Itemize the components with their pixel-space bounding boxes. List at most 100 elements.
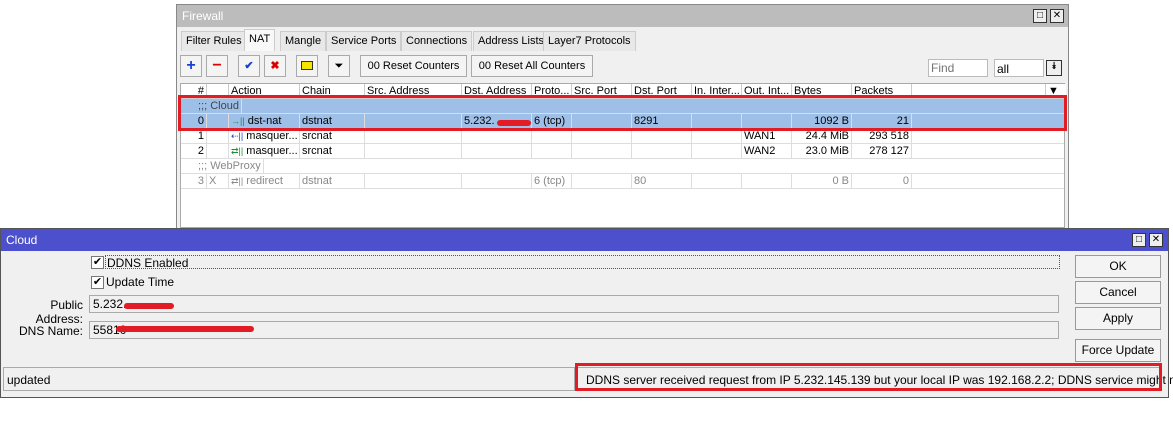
cell-dst-port: 80	[632, 174, 692, 189]
cell-number: 2	[181, 144, 207, 159]
cell-bytes: 24.4 MiB	[792, 129, 852, 144]
cell-src-port	[572, 129, 632, 144]
add-icon[interactable]: +	[180, 55, 202, 77]
public-address-label: Public Address:	[35, 298, 83, 326]
column-header-out-interface[interactable]: Out. Int...	[742, 84, 792, 99]
cell-packets: 0	[852, 174, 912, 189]
cell-out-interface: WAN2	[742, 144, 792, 159]
close-button[interactable]: ✕	[1050, 9, 1064, 23]
column-header-flag[interactable]	[207, 84, 229, 99]
tab-address-lists[interactable]: Address Lists	[473, 31, 550, 51]
firewall-window: Firewall □ ✕ Filter Rules NAT Mangle Ser…	[176, 4, 1069, 244]
ok-button[interactable]: OK	[1075, 255, 1161, 278]
redaction-mark	[497, 120, 531, 126]
cell-protocol	[532, 129, 572, 144]
cell-chain: dstnat	[300, 114, 365, 129]
column-header-action[interactable]: Action	[229, 84, 300, 99]
tab-mangle[interactable]: Mangle	[280, 31, 327, 51]
cell-flag	[207, 114, 229, 129]
tab-filter-rules[interactable]: Filter Rules	[181, 31, 247, 51]
cell-src-address	[365, 174, 462, 189]
cell-dst-port	[632, 144, 692, 159]
close-button[interactable]: ✕	[1149, 233, 1163, 247]
update-time-label: Update Time	[106, 275, 175, 289]
column-header-packets[interactable]: Packets	[852, 84, 912, 99]
table-row[interactable]: 0 →|| dst-nat dstnat 5.232. 6 (tcp) 8291 1092 …	[181, 114, 1064, 129]
filter-icon[interactable]: ⏷	[328, 55, 350, 77]
comment-row-cloud[interactable]: ;;; Cloud	[181, 99, 1064, 114]
table-row[interactable]: 1 ⇠|| masquer... srcnat WAN1 24.4 MiB 293 518	[181, 129, 1064, 144]
cell-in-interface	[692, 144, 742, 159]
ddns-enabled-label: DDNS Enabled	[105, 255, 1060, 270]
column-header-src-address[interactable]: Src. Address	[365, 84, 462, 99]
cell-in-interface	[692, 114, 742, 129]
redaction-mark	[116, 326, 254, 332]
cell-out-interface	[742, 114, 792, 129]
cell-action: masquer...	[246, 130, 298, 142]
cell-dst-address	[462, 129, 532, 144]
action-icon: ⇠||	[231, 131, 244, 141]
disable-icon[interactable]: ✖	[264, 55, 286, 77]
column-header-dst-address[interactable]: Dst. Address	[462, 84, 532, 99]
column-header-dst-port[interactable]: Dst. Port	[632, 84, 692, 99]
cell-action-wrap: ⇄|| redirect	[229, 174, 300, 189]
cell-out-interface: WAN1	[742, 129, 792, 144]
find-input[interactable]	[928, 59, 988, 77]
reset-counters-button[interactable]: 00 Reset Counters	[360, 55, 467, 77]
cell-src-address	[365, 144, 462, 159]
action-icon: ⇄||	[231, 146, 244, 156]
ddns-enabled-checkbox[interactable]: ✔	[91, 256, 104, 269]
column-chooser-icon[interactable]: ▼	[1046, 84, 1066, 99]
cell-number: 1	[181, 129, 207, 144]
tab-service-ports[interactable]: Service Ports	[326, 31, 402, 51]
cell-bytes: 23.0 MiB	[792, 144, 852, 159]
cell-out-interface	[742, 174, 792, 189]
cell-bytes: 0 B	[792, 174, 852, 189]
tab-connections[interactable]: Connections	[401, 31, 473, 51]
comment-icon[interactable]	[296, 55, 318, 77]
remove-icon[interactable]: −	[206, 55, 228, 77]
column-header-number[interactable]: #	[181, 84, 207, 99]
dialog-title: Cloud	[1, 229, 1168, 251]
column-header-src-port[interactable]: Src. Port	[572, 84, 632, 99]
tab-layer7-protocols[interactable]: Layer7 Protocols	[543, 31, 636, 51]
status-message: DDNS server received request from IP 5.2…	[577, 367, 1173, 391]
table-row[interactable]: 3 X ⇄|| redirect dstnat 6 (tcp) 80 0 B0	[181, 174, 1064, 189]
cell-protocol	[532, 144, 572, 159]
tab-nat[interactable]: NAT	[244, 29, 276, 51]
update-time-checkbox[interactable]: ✔	[91, 276, 104, 289]
window-title: Firewall	[177, 5, 1068, 27]
apply-button[interactable]: Apply	[1075, 307, 1161, 330]
maximize-button[interactable]: □	[1033, 9, 1047, 23]
maximize-button[interactable]: □	[1132, 233, 1146, 247]
column-header-chain[interactable]: Chain	[300, 84, 365, 99]
dns-name-label: DNS Name:	[18, 324, 83, 338]
cell-action-wrap: ⇠|| masquer...	[229, 129, 300, 144]
cell-dst-address	[462, 174, 532, 189]
cell-packets: 293 518	[852, 129, 912, 144]
force-update-button[interactable]: Force Update	[1075, 339, 1161, 362]
cell-dst-port: 8291	[632, 114, 692, 129]
cell-packets: 21	[852, 114, 912, 129]
action-icon: ⇄||	[231, 176, 244, 186]
enable-icon[interactable]: ✔	[238, 55, 260, 77]
table-row[interactable]: 2 ⇄|| masquer... srcnat WAN2 23.0 MiB 278 127	[181, 144, 1064, 159]
cancel-button[interactable]: Cancel	[1075, 281, 1161, 304]
cell-in-interface	[692, 129, 742, 144]
dropdown-icon[interactable]: ⯯	[1046, 60, 1062, 76]
public-address-field[interactable]: 5.232.	[89, 295, 1059, 313]
column-header-protocol[interactable]: Proto...	[532, 84, 572, 99]
cell-chain: srcnat	[300, 144, 365, 159]
cell-in-interface	[692, 174, 742, 189]
filter-select[interactable]: all	[994, 59, 1044, 77]
column-header-in-interface[interactable]: In. Inter...	[692, 84, 742, 99]
column-header-empty	[912, 84, 1046, 99]
cell-chain: srcnat	[300, 129, 365, 144]
comment-row-webproxy[interactable]: ;;; WebProxy	[181, 159, 1064, 174]
cell-flag	[207, 144, 229, 159]
status-text: updated	[3, 367, 575, 391]
column-header-bytes[interactable]: Bytes	[792, 84, 852, 99]
cell-dst-port	[632, 129, 692, 144]
reset-all-counters-button[interactable]: 00 Reset All Counters	[471, 55, 593, 77]
cell-src-address	[365, 129, 462, 144]
